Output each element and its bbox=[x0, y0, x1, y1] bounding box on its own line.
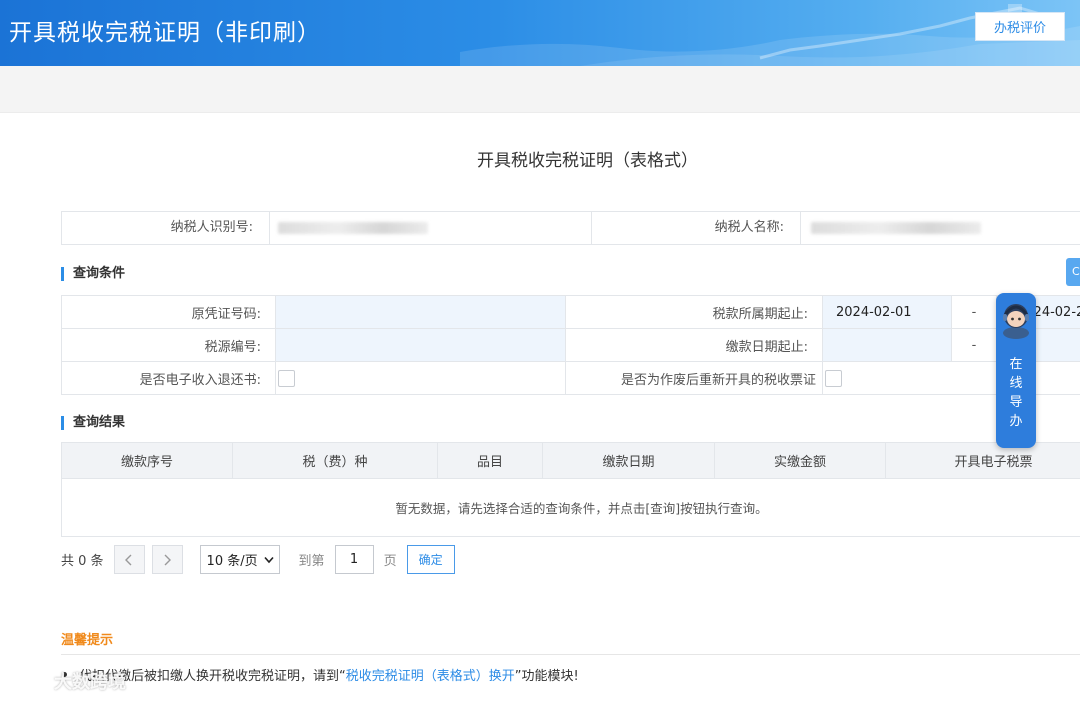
taxpayer-id-value bbox=[270, 212, 592, 244]
redacted-blur bbox=[811, 222, 981, 234]
query-row-source: 税源编号: 缴款日期起止: - bbox=[61, 328, 1080, 362]
toolbar-strip bbox=[0, 66, 1080, 113]
watermark-text: 大数跨境 bbox=[54, 672, 126, 693]
taxpayer-id-label: 纳税人识别号: bbox=[62, 212, 270, 244]
goto-confirm-button[interactable]: 确定 bbox=[406, 545, 455, 574]
reissued-voucher-label: 是否为作废后重新开具的税收票证 bbox=[565, 361, 823, 395]
column-header[interactable]: 开具电子税票 bbox=[885, 442, 1080, 479]
reissue-module-link[interactable]: 税收完税证明（表格式）换开 bbox=[346, 665, 515, 684]
tax-source-input[interactable] bbox=[275, 328, 566, 362]
electronic-refund-label: 是否电子收入退还书: bbox=[61, 361, 276, 395]
voucher-number-label: 原凭证号码: bbox=[61, 295, 276, 329]
tax-source-label: 税源编号: bbox=[61, 328, 276, 362]
reissued-voucher-checkbox[interactable] bbox=[825, 369, 842, 387]
empty-state-text: 暂无数据，请先选择合适的查询条件，并点击[查询]按钮执行查询。 bbox=[61, 478, 1080, 537]
page-unit-label: 页 bbox=[383, 554, 397, 569]
query-button[interactable]: C bbox=[1066, 258, 1080, 286]
voucher-number-input[interactable] bbox=[275, 295, 566, 329]
chevron-left-icon bbox=[125, 554, 132, 565]
column-header[interactable]: 实缴金额 bbox=[714, 442, 886, 479]
reissued-voucher-cell bbox=[822, 361, 1080, 395]
column-header[interactable]: 品目 bbox=[437, 442, 543, 479]
taxpayer-info-row: 纳税人识别号: 纳税人名称: bbox=[61, 211, 1080, 245]
watermark-logo-icon bbox=[9, 670, 47, 690]
tax-period-start-input[interactable]: 2024-02-01 bbox=[822, 295, 952, 329]
total-count: 共 0 条 bbox=[61, 554, 104, 569]
guide-char: 办 bbox=[1009, 414, 1023, 429]
column-header[interactable]: 缴款序号 bbox=[61, 442, 233, 479]
column-header[interactable]: 税（费）种 bbox=[232, 442, 438, 479]
prev-page-button[interactable] bbox=[113, 545, 145, 574]
guide-char: 线 bbox=[1009, 376, 1023, 391]
payment-date-label: 缴款日期起止: bbox=[565, 328, 823, 362]
tax-evaluation-button[interactable]: 办税评价 bbox=[975, 12, 1065, 41]
empty-row: 暂无数据，请先选择合适的查询条件，并点击[查询]按钮执行查询。 bbox=[61, 478, 1080, 537]
electronic-refund-checkbox[interactable] bbox=[278, 369, 295, 387]
query-form: 原凭证号码: 税款所属期起止: 2024-02-01 - 2024-02-29 … bbox=[61, 295, 1080, 395]
chevron-down-icon bbox=[264, 556, 274, 563]
page-size-select[interactable]: 10 条/页 bbox=[199, 545, 280, 574]
result-table: 缴款序号 税（费）种 品目 缴款日期 实缴金额 开具电子税票 暂无数据，请先选择… bbox=[61, 442, 1080, 537]
result-header-row: 缴款序号 税（费）种 品目 缴款日期 实缴金额 开具电子税票 bbox=[61, 442, 1080, 479]
redacted-blur bbox=[278, 222, 428, 234]
column-header[interactable]: 缴款日期 bbox=[542, 442, 715, 479]
header-bar: 开具税收完税证明（非印刷） 办税评价 bbox=[0, 0, 1080, 66]
app-title: 开具税收完税证明（非印刷） bbox=[9, 20, 321, 46]
tax-period-separator: - bbox=[951, 295, 997, 329]
query-row-flags: 是否电子收入退还书: 是否为作废后重新开具的税收票证 bbox=[61, 361, 1080, 395]
electronic-refund-cell bbox=[275, 361, 566, 395]
watermark: 大数跨境 bbox=[8, 668, 126, 694]
tax-period-label: 税款所属期起止: bbox=[565, 295, 823, 329]
pagination: 共 0 条 10 条/页 到第 1 页 确定 bbox=[61, 545, 455, 574]
chevron-right-icon bbox=[164, 554, 172, 565]
goto-label: 到第 bbox=[298, 554, 325, 569]
query-section-title: 查询条件 bbox=[61, 267, 125, 281]
customer-service-avatar-icon bbox=[1003, 304, 1029, 339]
page-size-value: 10 条/页 bbox=[206, 554, 258, 569]
payment-date-separator: - bbox=[951, 328, 997, 362]
tips-divider bbox=[61, 654, 1080, 655]
online-guide-label: 在 线 导 办 bbox=[996, 355, 1036, 431]
next-page-button[interactable] bbox=[151, 545, 183, 574]
online-guide-widget[interactable]: 在 线 导 办 bbox=[996, 293, 1036, 448]
query-row-voucher: 原凭证号码: 税款所属期起止: 2024-02-01 - 2024-02-29 bbox=[61, 295, 1080, 329]
page-number-input[interactable]: 1 bbox=[334, 545, 374, 574]
tips-item: 代扣代缴后被扣缴人换开税收完税证明，请到“ 税收完税证明（表格式）换开 ”功能模块! bbox=[62, 665, 579, 684]
taxpayer-name-value bbox=[801, 212, 1080, 244]
result-section-title: 查询结果 bbox=[61, 416, 125, 430]
guide-char: 导 bbox=[1009, 395, 1023, 410]
taxpayer-name-label: 纳税人名称: bbox=[592, 212, 801, 244]
tips-item-suffix: ”功能模块! bbox=[514, 669, 579, 684]
payment-date-start-input[interactable] bbox=[822, 328, 952, 362]
page-title: 开具税收完税证明（表格式） bbox=[477, 151, 698, 171]
tips-title: 温馨提示 bbox=[61, 633, 114, 648]
guide-char: 在 bbox=[1009, 357, 1023, 372]
